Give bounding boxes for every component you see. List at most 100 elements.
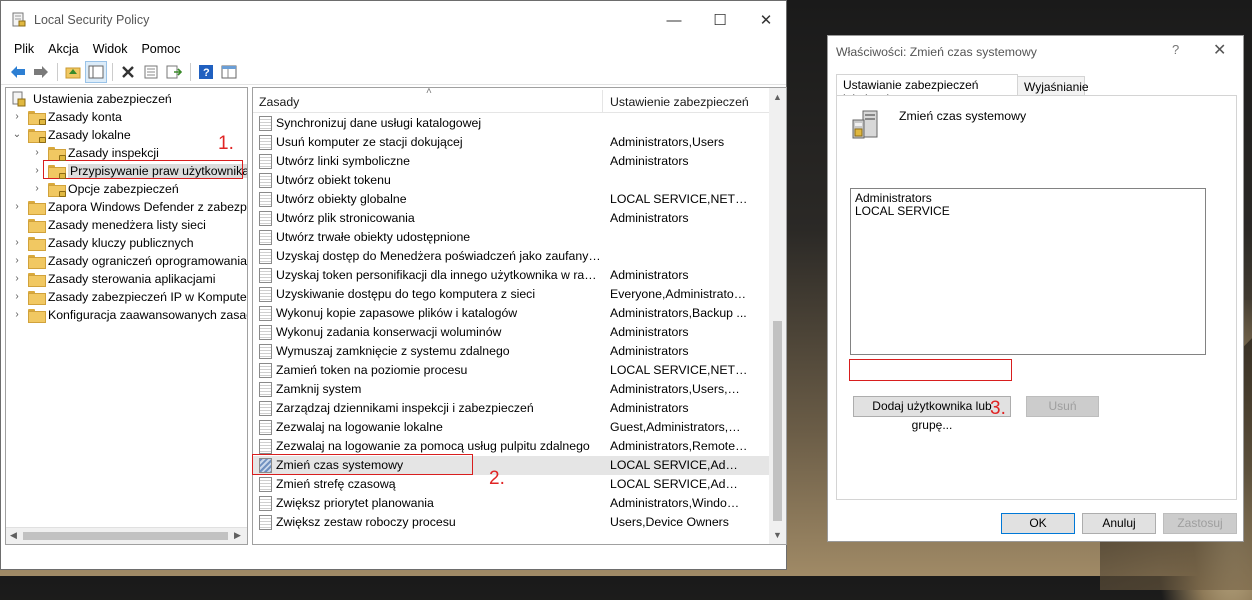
add-user-or-group-button[interactable]: Dodaj użytkownika lub grupę... <box>853 396 1011 432</box>
table-row[interactable]: Utwórz plik stronicowania Administrators <box>253 209 769 228</box>
minimize-button[interactable]: — <box>651 1 697 39</box>
expand-arrow-icon[interactable]: › <box>12 292 22 302</box>
step-2-label: 2. <box>489 468 505 489</box>
expand-arrow-icon[interactable]: › <box>12 310 22 320</box>
scrollbar-thumb[interactable] <box>23 532 228 540</box>
tree-item-label: Zasady sterowania aplikacjami <box>48 272 216 286</box>
table-row[interactable]: Usuń komputer ze stacji dokującej Adminis… <box>253 133 769 152</box>
toolbar-separator <box>57 62 58 81</box>
tree-item-ip-security[interactable]: › Zasady zabezpieczeń IP w Komputer l <box>12 288 247 306</box>
forward-icon[interactable] <box>30 61 52 83</box>
tree-root[interactable]: Ustawienia zabezpieczeń <box>12 90 172 108</box>
list-vertical-scrollbar[interactable]: ▲ ▼ <box>769 88 786 544</box>
tab-explain[interactable]: Wyjaśnianie <box>1017 76 1089 96</box>
column-header-policy[interactable]: Zasady <box>259 95 299 109</box>
up-folder-icon[interactable] <box>62 61 84 83</box>
scroll-left-icon[interactable]: ◀ <box>10 530 17 541</box>
expand-arrow-icon[interactable]: › <box>32 184 42 194</box>
expand-arrow-icon[interactable]: › <box>32 166 42 176</box>
security-setting-cell: LOCAL SERVICE,Admini... <box>610 458 748 472</box>
expand-arrow-icon[interactable]: › <box>12 274 22 284</box>
tree-item-advanced-audit[interactable]: › Konfiguracja zaawansowanych zasad <box>12 306 247 324</box>
table-row[interactable]: Wykonuj kopie zapasowe plików i katalogó… <box>253 304 769 323</box>
highlight-box-add-button <box>849 359 1012 381</box>
policy-icon <box>259 154 272 169</box>
menu-file[interactable]: Plik <box>7 42 41 56</box>
tree-item-application-control[interactable]: › Zasady sterowania aplikacjami <box>12 270 215 288</box>
delete-icon[interactable] <box>117 61 139 83</box>
menu-help[interactable]: Pomoc <box>134 42 187 56</box>
table-row[interactable]: Uzyskaj dostęp do Menedżera poświadczeń … <box>253 247 769 266</box>
table-row[interactable]: Utwórz obiekt tokenu <box>253 171 769 190</box>
policy-name-cell: Zamień token na poziomie procesu <box>276 363 468 377</box>
scrollbar-thumb[interactable] <box>773 321 782 521</box>
export-list-icon[interactable] <box>163 61 185 83</box>
policy-icon <box>259 344 272 359</box>
table-row[interactable]: Zamień token na poziomie procesu LOCAL SE… <box>253 361 769 380</box>
help-icon[interactable]: ? <box>195 61 217 83</box>
tree-item-public-key-policies[interactable]: › Zasady kluczy publicznych <box>12 234 194 252</box>
properties-dialog: Właściwości: Zmień czas systemowy ? ✕ Us… <box>827 35 1244 542</box>
ip-security-icon <box>28 291 46 305</box>
console-view-icon[interactable] <box>218 61 240 83</box>
show-tree-icon[interactable] <box>85 60 107 83</box>
collapse-arrow-icon[interactable]: ⌄ <box>12 130 22 140</box>
highlight-box-policy-row <box>252 454 473 475</box>
scroll-up-icon[interactable]: ▲ <box>773 92 782 102</box>
policy-icon <box>259 306 272 321</box>
column-header-setting[interactable]: Ustawienie zabezpieczeń <box>610 95 749 109</box>
expand-arrow-icon[interactable]: › <box>12 256 22 266</box>
apply-button[interactable]: Zastosuj <box>1163 513 1237 534</box>
toolbar: ? <box>1 59 786 85</box>
folder-icon <box>28 201 46 215</box>
tree-item-security-options[interactable]: › Opcje zabezpieczeń <box>32 180 179 198</box>
table-row[interactable]: Uzyskaj token personifikacji dla innego … <box>253 266 769 285</box>
policy-name-cell: Utwórz trwałe obiekty udostępnione <box>276 230 471 244</box>
dialog-close-icon[interactable]: ✕ <box>1213 40 1226 60</box>
tree-item-network-list-manager[interactable]: Zasady menedżera listy sieci <box>12 216 206 234</box>
table-row[interactable]: Uzyskiwanie dostępu do tego komputera z … <box>253 285 769 304</box>
properties-icon[interactable] <box>140 61 162 83</box>
table-row[interactable]: Zezwalaj na logowanie lokalne Guest,Admin… <box>253 418 769 437</box>
help-button[interactable]: ? <box>1172 42 1179 57</box>
table-row[interactable]: Wymuszaj zamknięcie z systemu zdalnego Ad… <box>253 342 769 361</box>
remove-button[interactable]: Usuń <box>1026 396 1099 417</box>
dialog-title: Właściwości: Zmień czas systemowy <box>836 45 1037 59</box>
column-divider[interactable] <box>602 90 603 112</box>
folder-icon <box>28 309 46 323</box>
scroll-down-icon[interactable]: ▼ <box>773 530 782 540</box>
tree-horizontal-scrollbar[interactable]: ◀ ▶ <box>6 527 247 544</box>
table-row[interactable]: Utwórz linki symboliczne Administrators <box>253 152 769 171</box>
table-row[interactable]: Synchronizuj dane usługi katalogowej <box>253 114 769 133</box>
menu-action[interactable]: Akcja <box>41 42 86 56</box>
toolbar-separator <box>112 62 113 81</box>
table-row[interactable]: Zwiększ priorytet planowania Administrato… <box>253 494 769 513</box>
tab-label: Wyjaśnianie <box>1024 80 1089 94</box>
table-row[interactable]: Utwórz obiekty globalne LOCAL SERVICE,NET… <box>253 190 769 209</box>
menu-view[interactable]: Widok <box>86 42 135 56</box>
expand-arrow-icon[interactable]: › <box>32 148 42 158</box>
back-icon[interactable] <box>7 61 29 83</box>
maximize-button[interactable]: ☐ <box>697 1 743 39</box>
tree-item-account-policies[interactable]: › Zasady konta <box>12 108 122 126</box>
scroll-right-icon[interactable]: ▶ <box>234 530 241 541</box>
expand-arrow-icon[interactable]: › <box>12 202 22 212</box>
ok-button[interactable]: OK <box>1001 513 1075 534</box>
tree-item-local-policies[interactable]: ⌄ Zasady lokalne <box>12 126 131 144</box>
member-item[interactable]: LOCAL SERVICE <box>855 205 1201 218</box>
table-row[interactable]: Zamknij system Administrators,Users,Ba... <box>253 380 769 399</box>
table-row[interactable]: Wykonuj zadania konserwacji woluminów Adm… <box>253 323 769 342</box>
table-row[interactable]: Utwórz trwałe obiekty udostępnione <box>253 228 769 247</box>
expand-arrow-icon[interactable]: › <box>12 112 22 122</box>
security-setting-cell: Administrators,Users,Ba... <box>610 382 748 396</box>
close-button[interactable]: ✕ <box>743 1 789 39</box>
cancel-button[interactable]: Anuluj <box>1082 513 1156 534</box>
tab-local-security-setting[interactable]: Ustawianie zabezpieczeń lokalnych <box>836 74 1018 106</box>
expand-arrow-icon[interactable]: › <box>12 238 22 248</box>
table-row[interactable]: Zmień strefę czasową LOCAL SERVICE,Admini… <box>253 475 769 494</box>
table-row[interactable]: Zarządzaj dziennikami inspekcji i zabezp… <box>253 399 769 418</box>
members-listbox[interactable]: Administrators LOCAL SERVICE <box>850 188 1206 355</box>
tree-item-defender-firewall[interactable]: › Zapora Windows Defender z zabezpie <box>12 198 247 216</box>
table-row[interactable]: Zwiększ zestaw roboczy procesu Users,Devi… <box>253 513 769 532</box>
tree-item-software-restriction[interactable]: › Zasady ograniczeń oprogramowania <box>12 252 247 270</box>
